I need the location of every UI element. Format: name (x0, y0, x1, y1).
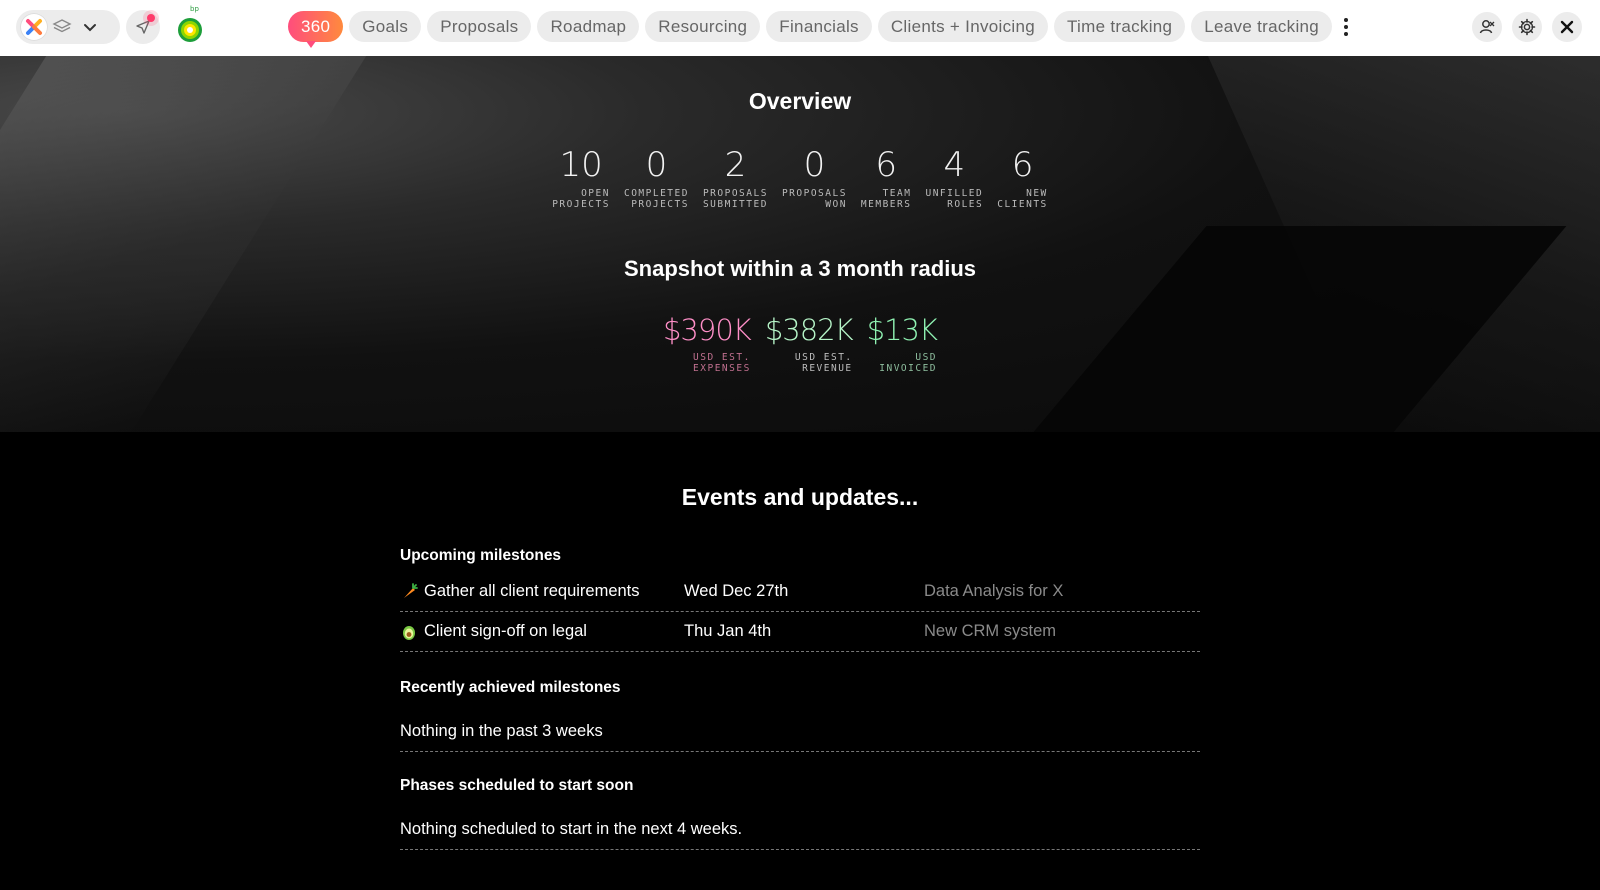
more-dot (1344, 24, 1349, 29)
layers-button[interactable] (48, 13, 76, 41)
events-list: Upcoming milestones Gather all client re… (400, 530, 1200, 850)
stat-completed-projects: 0 Completed projects (624, 148, 689, 210)
top-bar: bp 360 Goals Proposals Roadmap Resourcin… (0, 0, 1600, 56)
notification-dot (147, 14, 155, 22)
stat-new-clients: 6 New clients (997, 148, 1048, 210)
logo-tag: bp (190, 5, 199, 13)
stat-label: Proposals won (781, 188, 847, 210)
stat-proposals-won: 0 Proposals won (782, 148, 847, 210)
money-label: USD est. revenue (794, 352, 853, 374)
tab-resourcing[interactable]: Resourcing (645, 11, 761, 42)
more-dot (1344, 31, 1349, 36)
avocado-icon (403, 625, 415, 640)
tab-proposals[interactable]: Proposals (427, 11, 532, 42)
phases-empty: Nothing scheduled to start in the next 4… (400, 810, 1200, 850)
overview-hero: Overview 10 Open projects 0 Completed proj… (0, 56, 1600, 432)
stat-value: 2 (724, 145, 747, 185)
money-value: $13K (866, 313, 938, 347)
milestone-project: New CRM system (924, 622, 1057, 640)
stat-label: Completed projects (623, 188, 689, 210)
events-title: Events and updates... (681, 484, 919, 510)
milestone-project: Data Analysis for X (924, 582, 1064, 600)
more-dot (1344, 17, 1349, 22)
tab-financials[interactable]: Financials (766, 11, 872, 42)
tab-360[interactable]: 360 (288, 11, 344, 48)
user-icon (1479, 20, 1495, 34)
stat-value: 4 (943, 145, 966, 185)
snapshot-title: Snapshot within a 3 month radius (623, 256, 977, 281)
overview-title: Overview (748, 88, 852, 114)
stat-value: 0 (645, 145, 668, 185)
stat-label: Team members (860, 188, 912, 210)
left-controls: bp (16, 5, 208, 45)
stat-team-members: 6 Team members (861, 148, 912, 210)
chevron-down-icon (84, 24, 96, 32)
app-logo-button[interactable] (20, 13, 48, 41)
upcoming-milestones-heading: Upcoming milestones (400, 547, 562, 564)
milestone-date: Thu Jan 4th (684, 622, 772, 640)
tab-clients-invoicing[interactable]: Clients + Invoicing (877, 11, 1048, 42)
bp-sunflower-icon (178, 18, 202, 42)
phases-heading: Phases scheduled to start soon (400, 777, 634, 794)
stat-unfilled-roles: 4 Unfilled roles (925, 148, 983, 210)
money-value: $390K (662, 313, 752, 347)
money-label: USD invoiced (879, 352, 938, 374)
stat-label: Unfilled roles (925, 188, 984, 210)
tab-time-tracking[interactable]: Time tracking (1053, 11, 1186, 42)
milestone-name: Client sign-off on legal (424, 622, 587, 640)
snapshot-expenses: $390K USD est. expenses (662, 313, 752, 374)
more-tabs-button[interactable] (1338, 11, 1354, 42)
snapshot-invoiced: $13K USD invoiced (866, 313, 938, 374)
stat-value: 0 (803, 145, 826, 185)
main-tabs: 360 Goals Proposals Roadmap Resourcing F… (288, 11, 1354, 48)
milestone-name-cell: Gather all client requirements (400, 582, 684, 601)
layers-icon (52, 19, 72, 33)
recent-milestones-empty: Nothing in the past 3 weeks (400, 712, 1200, 752)
stat-label: Open projects (552, 188, 610, 210)
stat-open-projects: 10 Open projects (552, 148, 610, 210)
close-icon (1560, 20, 1574, 34)
settings-button[interactable] (1512, 12, 1542, 42)
close-button[interactable] (1552, 12, 1582, 42)
snapshot-revenue: $382K USD est. revenue (764, 313, 854, 374)
notifications-button[interactable] (126, 10, 160, 44)
overview-stats: 10 Open projects 0 Completed projects 2 Pr… (0, 148, 1600, 210)
milestone-row[interactable]: Gather all client requirements Wed Dec 2… (400, 572, 1200, 612)
stat-value: 6 (875, 145, 898, 185)
stat-value: 10 (559, 145, 603, 185)
snapshot-figures: $390K USD est. expenses $382K USD est. rev… (0, 314, 1600, 374)
milestone-date: Wed Dec 27th (684, 582, 789, 600)
workspace-dropdown-button[interactable] (76, 13, 104, 41)
client-logo: bp (172, 5, 208, 45)
milestone-row[interactable]: Client sign-off on legal Thu Jan 4th New… (400, 612, 1200, 652)
carrot-icon (404, 582, 418, 598)
milestone-name: Gather all client requirements (424, 582, 640, 600)
money-label: USD est. expenses (693, 352, 751, 374)
app-x-icon (26, 19, 42, 35)
recent-milestones-heading: Recently achieved milestones (400, 679, 621, 696)
stat-label: Proposals submitted (702, 188, 768, 210)
stat-proposals-submitted: 2 Proposals submitted (703, 148, 768, 210)
stat-label: New clients (997, 188, 1048, 210)
tab-leave-tracking[interactable]: Leave tracking (1191, 11, 1333, 42)
workspace-switcher (16, 10, 120, 44)
milestone-name-cell: Client sign-off on legal (400, 622, 684, 641)
users-button[interactable] (1472, 12, 1502, 42)
gear-icon (1518, 18, 1536, 36)
stat-value: 6 (1011, 145, 1034, 185)
tab-roadmap[interactable]: Roadmap (537, 11, 640, 42)
right-controls (1472, 12, 1582, 42)
money-value: $382K (764, 313, 854, 347)
tab-goals[interactable]: Goals (349, 11, 422, 42)
